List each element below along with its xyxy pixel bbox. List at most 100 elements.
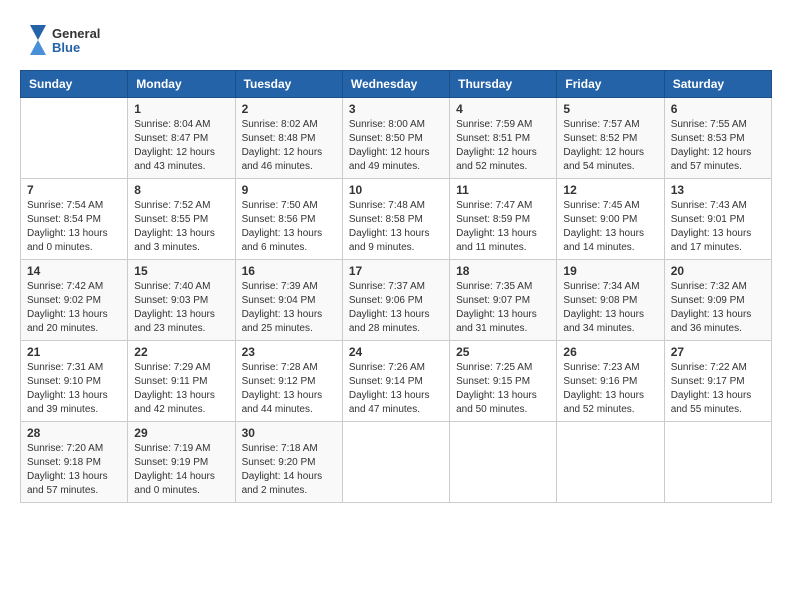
day-info: Sunrise: 7:43 AMSunset: 9:01 PMDaylight:… bbox=[671, 199, 765, 255]
calendar-cell bbox=[450, 422, 557, 503]
day-number: 8 bbox=[134, 183, 228, 197]
day-info: Sunrise: 7:26 AMSunset: 9:14 PMDaylight:… bbox=[349, 361, 443, 417]
day-number: 10 bbox=[349, 183, 443, 197]
calendar-cell: 29 Sunrise: 7:19 AMSunset: 9:19 PMDaylig… bbox=[128, 422, 235, 503]
weekday-header-tuesday: Tuesday bbox=[235, 71, 342, 98]
day-number: 1 bbox=[134, 102, 228, 116]
day-info: Sunrise: 7:19 AMSunset: 9:19 PMDaylight:… bbox=[134, 442, 228, 498]
weekday-header-monday: Monday bbox=[128, 71, 235, 98]
day-number: 27 bbox=[671, 345, 765, 359]
calendar-cell: 7 Sunrise: 7:54 AMSunset: 8:54 PMDayligh… bbox=[21, 179, 128, 260]
day-info: Sunrise: 8:04 AMSunset: 8:47 PMDaylight:… bbox=[134, 118, 228, 174]
calendar-cell bbox=[664, 422, 771, 503]
day-info: Sunrise: 7:50 AMSunset: 8:56 PMDaylight:… bbox=[242, 199, 336, 255]
day-number: 13 bbox=[671, 183, 765, 197]
day-number: 22 bbox=[134, 345, 228, 359]
weekday-header-row: SundayMondayTuesdayWednesdayThursdayFrid… bbox=[21, 71, 772, 98]
weekday-header-friday: Friday bbox=[557, 71, 664, 98]
day-info: Sunrise: 7:48 AMSunset: 8:58 PMDaylight:… bbox=[349, 199, 443, 255]
day-info: Sunrise: 7:35 AMSunset: 9:07 PMDaylight:… bbox=[456, 280, 550, 336]
day-info: Sunrise: 7:55 AMSunset: 8:53 PMDaylight:… bbox=[671, 118, 765, 174]
weekday-header-sunday: Sunday bbox=[21, 71, 128, 98]
day-number: 11 bbox=[456, 183, 550, 197]
day-number: 19 bbox=[563, 264, 657, 278]
calendar-cell: 5 Sunrise: 7:57 AMSunset: 8:52 PMDayligh… bbox=[557, 98, 664, 179]
calendar-cell: 13 Sunrise: 7:43 AMSunset: 9:01 PMDaylig… bbox=[664, 179, 771, 260]
day-info: Sunrise: 7:40 AMSunset: 9:03 PMDaylight:… bbox=[134, 280, 228, 336]
calendar-table: SundayMondayTuesdayWednesdayThursdayFrid… bbox=[20, 70, 772, 503]
calendar-cell: 30 Sunrise: 7:18 AMSunset: 9:20 PMDaylig… bbox=[235, 422, 342, 503]
calendar-cell: 8 Sunrise: 7:52 AMSunset: 8:55 PMDayligh… bbox=[128, 179, 235, 260]
day-number: 14 bbox=[27, 264, 121, 278]
week-row-1: 1 Sunrise: 8:04 AMSunset: 8:47 PMDayligh… bbox=[21, 98, 772, 179]
day-info: Sunrise: 7:18 AMSunset: 9:20 PMDaylight:… bbox=[242, 442, 336, 498]
day-number: 4 bbox=[456, 102, 550, 116]
day-number: 23 bbox=[242, 345, 336, 359]
calendar-cell bbox=[342, 422, 449, 503]
calendar-cell: 28 Sunrise: 7:20 AMSunset: 9:18 PMDaylig… bbox=[21, 422, 128, 503]
logo: General Blue bbox=[20, 20, 110, 60]
day-number: 24 bbox=[349, 345, 443, 359]
day-number: 2 bbox=[242, 102, 336, 116]
calendar-cell: 21 Sunrise: 7:31 AMSunset: 9:10 PMDaylig… bbox=[21, 341, 128, 422]
calendar-cell bbox=[21, 98, 128, 179]
weekday-header-wednesday: Wednesday bbox=[342, 71, 449, 98]
day-number: 15 bbox=[134, 264, 228, 278]
calendar-cell: 1 Sunrise: 8:04 AMSunset: 8:47 PMDayligh… bbox=[128, 98, 235, 179]
calendar-cell: 22 Sunrise: 7:29 AMSunset: 9:11 PMDaylig… bbox=[128, 341, 235, 422]
day-number: 6 bbox=[671, 102, 765, 116]
calendar-cell: 14 Sunrise: 7:42 AMSunset: 9:02 PMDaylig… bbox=[21, 260, 128, 341]
day-number: 18 bbox=[456, 264, 550, 278]
day-info: Sunrise: 7:45 AMSunset: 9:00 PMDaylight:… bbox=[563, 199, 657, 255]
calendar-cell: 15 Sunrise: 7:40 AMSunset: 9:03 PMDaylig… bbox=[128, 260, 235, 341]
day-number: 28 bbox=[27, 426, 121, 440]
calendar-cell: 24 Sunrise: 7:26 AMSunset: 9:14 PMDaylig… bbox=[342, 341, 449, 422]
week-row-3: 14 Sunrise: 7:42 AMSunset: 9:02 PMDaylig… bbox=[21, 260, 772, 341]
day-number: 16 bbox=[242, 264, 336, 278]
day-info: Sunrise: 7:39 AMSunset: 9:04 PMDaylight:… bbox=[242, 280, 336, 336]
day-info: Sunrise: 8:00 AMSunset: 8:50 PMDaylight:… bbox=[349, 118, 443, 174]
day-info: Sunrise: 7:47 AMSunset: 8:59 PMDaylight:… bbox=[456, 199, 550, 255]
day-info: Sunrise: 7:20 AMSunset: 9:18 PMDaylight:… bbox=[27, 442, 121, 498]
calendar-cell: 19 Sunrise: 7:34 AMSunset: 9:08 PMDaylig… bbox=[557, 260, 664, 341]
weekday-header-thursday: Thursday bbox=[450, 71, 557, 98]
calendar-cell: 20 Sunrise: 7:32 AMSunset: 9:09 PMDaylig… bbox=[664, 260, 771, 341]
day-number: 29 bbox=[134, 426, 228, 440]
day-info: Sunrise: 7:37 AMSunset: 9:06 PMDaylight:… bbox=[349, 280, 443, 336]
day-number: 21 bbox=[27, 345, 121, 359]
week-row-2: 7 Sunrise: 7:54 AMSunset: 8:54 PMDayligh… bbox=[21, 179, 772, 260]
day-info: Sunrise: 7:29 AMSunset: 9:11 PMDaylight:… bbox=[134, 361, 228, 417]
logo-svg: General Blue bbox=[20, 20, 110, 60]
day-info: Sunrise: 8:02 AMSunset: 8:48 PMDaylight:… bbox=[242, 118, 336, 174]
day-number: 9 bbox=[242, 183, 336, 197]
calendar-cell bbox=[557, 422, 664, 503]
calendar-cell: 11 Sunrise: 7:47 AMSunset: 8:59 PMDaylig… bbox=[450, 179, 557, 260]
weekday-header-saturday: Saturday bbox=[664, 71, 771, 98]
day-number: 20 bbox=[671, 264, 765, 278]
calendar-cell: 18 Sunrise: 7:35 AMSunset: 9:07 PMDaylig… bbox=[450, 260, 557, 341]
calendar-cell: 12 Sunrise: 7:45 AMSunset: 9:00 PMDaylig… bbox=[557, 179, 664, 260]
calendar-cell: 3 Sunrise: 8:00 AMSunset: 8:50 PMDayligh… bbox=[342, 98, 449, 179]
week-row-4: 21 Sunrise: 7:31 AMSunset: 9:10 PMDaylig… bbox=[21, 341, 772, 422]
day-info: Sunrise: 7:25 AMSunset: 9:15 PMDaylight:… bbox=[456, 361, 550, 417]
day-info: Sunrise: 7:54 AMSunset: 8:54 PMDaylight:… bbox=[27, 199, 121, 255]
week-row-5: 28 Sunrise: 7:20 AMSunset: 9:18 PMDaylig… bbox=[21, 422, 772, 503]
day-info: Sunrise: 7:57 AMSunset: 8:52 PMDaylight:… bbox=[563, 118, 657, 174]
day-info: Sunrise: 7:22 AMSunset: 9:17 PMDaylight:… bbox=[671, 361, 765, 417]
calendar-cell: 4 Sunrise: 7:59 AMSunset: 8:51 PMDayligh… bbox=[450, 98, 557, 179]
page-header: General Blue bbox=[20, 20, 772, 60]
calendar-cell: 9 Sunrise: 7:50 AMSunset: 8:56 PMDayligh… bbox=[235, 179, 342, 260]
day-info: Sunrise: 7:52 AMSunset: 8:55 PMDaylight:… bbox=[134, 199, 228, 255]
calendar-cell: 27 Sunrise: 7:22 AMSunset: 9:17 PMDaylig… bbox=[664, 341, 771, 422]
day-number: 17 bbox=[349, 264, 443, 278]
svg-text:Blue: Blue bbox=[52, 40, 80, 55]
day-info: Sunrise: 7:28 AMSunset: 9:12 PMDaylight:… bbox=[242, 361, 336, 417]
day-info: Sunrise: 7:34 AMSunset: 9:08 PMDaylight:… bbox=[563, 280, 657, 336]
day-number: 30 bbox=[242, 426, 336, 440]
svg-text:General: General bbox=[52, 26, 100, 41]
day-number: 26 bbox=[563, 345, 657, 359]
day-number: 7 bbox=[27, 183, 121, 197]
calendar-cell: 2 Sunrise: 8:02 AMSunset: 8:48 PMDayligh… bbox=[235, 98, 342, 179]
calendar-cell: 16 Sunrise: 7:39 AMSunset: 9:04 PMDaylig… bbox=[235, 260, 342, 341]
day-info: Sunrise: 7:31 AMSunset: 9:10 PMDaylight:… bbox=[27, 361, 121, 417]
